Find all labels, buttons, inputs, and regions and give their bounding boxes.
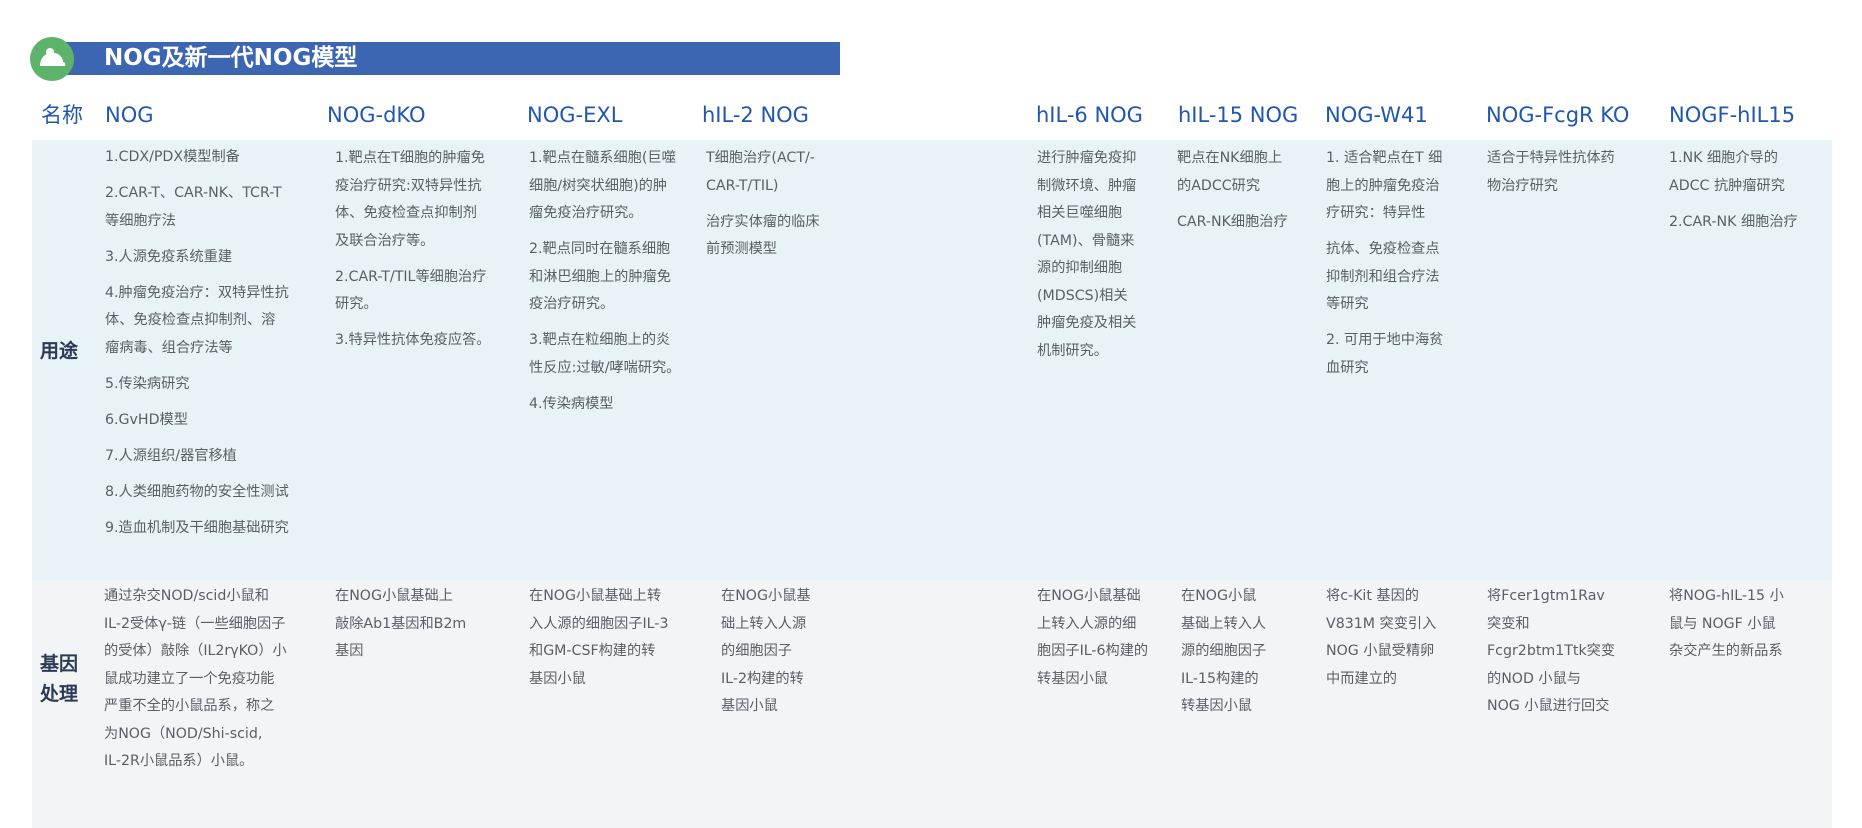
usage-item: 治疗实体瘤的临床 前预测模型 <box>706 213 820 258</box>
usage-cell-nogf-hil15: 1.NK 细胞介导的 ADCC 抗肿瘤研究 2.CAR-NK 细胞治疗 <box>1669 145 1834 236</box>
usage-item: 1.靶点在髓系细胞(巨噬 细胞/树突状细胞)的肿 瘤免疫治疗研究。 <box>529 150 676 221</box>
col-header-nog-w41: NOG-W41 <box>1325 103 1428 127</box>
usage-item: CAR-NK细胞治疗 <box>1177 213 1288 230</box>
usage-item: T细胞治疗(ACT/- CAR-T/TIL) <box>706 150 815 194</box>
usage-item: 3.特异性抗体免疫应答。 <box>335 332 491 348</box>
usage-item: 靶点在NK细胞上 的ADCC研究 <box>1177 150 1283 194</box>
usage-item: 1.靶点在T细胞的肿瘤免 疫治疗研究:双特异性抗 体、免疫检查点抑制剂 及联合治… <box>335 150 485 249</box>
gene-cell-hil2-nog: 在NOG小鼠基 础上转入人源 的细胞因子 IL-2构建的转 基因小鼠 <box>721 588 811 714</box>
col-header-nog-exl: NOG-EXL <box>527 103 623 127</box>
gene-cell-nog: 通过杂交NOD/scid小鼠和 IL-2受体γ-链（一些细胞因子 的受体）敲除（… <box>104 588 287 769</box>
gene-cell-hil6-nog: 在NOG小鼠基础 上转入人源的细 胞因子IL-6构建的 转基因小鼠 <box>1037 588 1149 687</box>
col-header-hil6-nog: hIL-6 NOG <box>1036 103 1143 127</box>
col-header-nog-fcgr-ko: NOG-FcgR KO <box>1486 103 1630 127</box>
gene-row-label: 基因 处理 <box>40 653 79 705</box>
usage-cell-nog-dko: 1.靶点在T细胞的肿瘤免 疫治疗研究:双特异性抗 体、免疫检查点抑制剂 及联合治… <box>335 145 515 355</box>
usage-item: 4.传染病模型 <box>529 395 614 412</box>
usage-item: 2.靶点同时在髓系细胞 和淋巴细胞上的肿瘤免 疫治疗研究。 <box>529 241 671 312</box>
gene-cell-nog-exl: 在NOG小鼠基础上转 入人源的细胞因子IL-3 和GM-CSF构建的转 基因小鼠 <box>529 588 669 687</box>
usage-item: 3.靶点在粒细胞上的炎 性反应:过敏/哮喘研究。 <box>529 332 681 376</box>
usage-item: 2. 可用于地中海贫 血研究 <box>1326 332 1444 376</box>
usage-item: 2.CAR-NK 细胞治疗 <box>1669 213 1798 230</box>
page-title: NOG及新一代NOG模型 <box>104 45 358 71</box>
usage-item: 6.GvHD模型 <box>105 411 188 428</box>
usage-item: 7.人源组织/器官移植 <box>105 447 237 464</box>
usage-item: 8.人类细胞药物的安全性测试 <box>105 483 289 500</box>
usage-item: 适合于特异性抗体药 物治疗研究 <box>1487 150 1615 194</box>
usage-item: 1.CDX/PDX模型制备 <box>105 149 240 165</box>
usage-row-label: 用途 <box>40 340 79 362</box>
usage-item: 3.人源免疫系统重建 <box>105 248 233 265</box>
usage-cell-nog-fcgr-ko: 适合于特异性抗体药 物治疗研究 <box>1487 145 1652 200</box>
usage-cell-nog: 1.CDX/PDX模型制备 2.CAR-T、CAR-NK、TCR-T 等细胞疗法 3… <box>105 144 315 542</box>
col-header-nog-dko: NOG-dKO <box>327 103 426 127</box>
usage-item: 1. 适合靶点在T 细 胞上的肿瘤免疫治 疗研究：特异性 <box>1326 150 1443 221</box>
name-column-label: 名称 <box>41 103 83 127</box>
usage-item: 进行肿瘤免疫抑 制微环境、肿瘤 相关巨噬细胞 (TAM)、骨髓来 源的抑制细胞 … <box>1037 150 1137 359</box>
col-header-hil15-nog: hIL-15 NOG <box>1178 103 1299 127</box>
gene-cell-nog-w41: 将c-Kit 基因的 V831M 突变引入 NOG 小鼠受精卵 中而建立的 <box>1326 588 1437 687</box>
usage-cell-hil2-nog: T细胞治疗(ACT/- CAR-T/TIL) 治疗实体瘤的临床 前预测模型 <box>706 145 846 264</box>
mouse-logo-icon <box>30 37 74 81</box>
usage-item: 5.传染病研究 <box>105 375 190 392</box>
usage-item: 2.CAR-T、CAR-NK、TCR-T 等细胞疗法 <box>105 185 282 229</box>
usage-item: 抗体、免疫检查点 抑制剂和组合疗法 等研究 <box>1326 241 1440 312</box>
col-header-nog: NOG <box>105 103 154 127</box>
usage-cell-hil15-nog: 靶点在NK细胞上 的ADCC研究 CAR-NK细胞治疗 <box>1177 145 1312 236</box>
gene-cell-nog-fcgr-ko: 将Fcer1gtm1Rav 突变和 Fcgr2btm1Ttk突变 的NOD 小鼠… <box>1487 588 1616 714</box>
usage-cell-nog-exl: 1.靶点在髓系细胞(巨噬 细胞/树突状细胞)的肿 瘤免疫治疗研究。 2.靶点同时在… <box>529 145 704 418</box>
usage-cell-hil6-nog: 进行肿瘤免疫抑 制微环境、肿瘤 相关巨噬细胞 (TAM)、骨髓来 源的抑制细胞 … <box>1037 145 1172 365</box>
usage-item: 1.NK 细胞介导的 ADCC 抗肿瘤研究 <box>1669 150 1785 194</box>
usage-item: 9.造血机制及干细胞基础研究 <box>105 519 289 536</box>
gene-cell-nog-dko: 在NOG小鼠基础上 敲除Ab1基因和B2m 基因 <box>335 588 467 659</box>
gene-cell-hil15-nog: 在NOG小鼠 基础上转入人 源的细胞因子 IL-15构建的 转基因小鼠 <box>1181 588 1267 714</box>
usage-item: 2.CAR-T/TIL等细胞治疗 研究。 <box>335 268 487 313</box>
usage-cell-nog-w41: 1. 适合靶点在T 细 胞上的肿瘤免疫治 疗研究：特异性 抗体、免疫检查点 抑制剂… <box>1326 145 1476 382</box>
col-header-nogf-hil15: NOGF-hIL15 <box>1669 103 1796 127</box>
col-header-hil2-nog: hIL-2 NOG <box>702 103 809 127</box>
gene-cell-nogf-hil15: 将NOG-hIL-15 小 鼠与 NOGF 小鼠 杂交产生的新品系 <box>1669 588 1784 659</box>
usage-item: 4.肿瘤免疫治疗：双特异性抗 体、免疫检查点抑制剂、溶 瘤病毒、组合疗法等 <box>105 284 289 356</box>
